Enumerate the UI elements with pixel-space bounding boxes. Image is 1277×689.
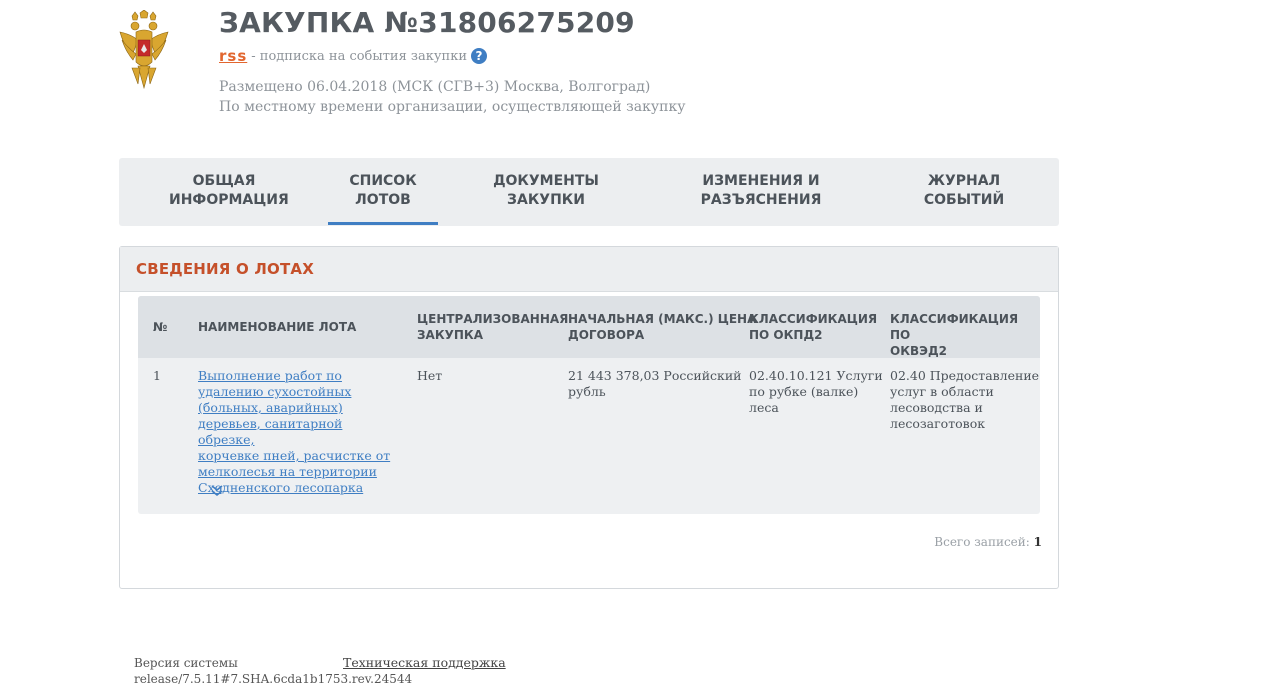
posted-timezone-note: По местному времени организации, осущест… — [219, 99, 686, 115]
tab-bar: ОБЩАЯ ИНФОРМАЦИЯ СПИСОК ЛОТОВ ДОКУМЕНТЫ … — [119, 158, 1059, 226]
col-lot-name: НАИМЕНОВАНИЕ ЛОТА — [198, 320, 357, 334]
lot-name-link[interactable]: Выполнение работ по удалению сухостойных… — [198, 368, 398, 496]
total-count: 1 — [1033, 535, 1042, 549]
col-num: № — [153, 320, 168, 334]
col-price: НАЧАЛЬНАЯ (МАКС.) ЦЕНА ДОГОВОРА — [568, 312, 757, 342]
col-okpd2: КЛАССИФИКАЦИЯ ПО ОКПД2 — [749, 312, 878, 342]
lot-okved2: 02.40 Предоставление услуг в области лес… — [890, 368, 1040, 431]
total-records: Всего записей: 1 — [934, 535, 1042, 549]
lots-table: № НАИМЕНОВАНИЕ ЛОТА ЦЕНТРАЛИЗОВАННАЯ ЗАК… — [138, 296, 1040, 514]
support-link[interactable]: Техническая поддержка — [343, 655, 506, 670]
col-centralized: ЦЕНТРАЛИЗОВАННАЯ ЗАКУПКА — [417, 312, 569, 342]
expand-chevron-icon[interactable] — [210, 484, 224, 498]
version-value: release/7.5.11#7.SHA.6cda1b1753.rev.2454… — [134, 672, 413, 686]
tab-documents[interactable]: ДОКУМЕНТЫ ЗАКУПКИ — [491, 172, 601, 210]
tab-changes[interactable]: ИЗМЕНЕНИЯ И РАЗЪЯСНЕНИЯ — [691, 172, 831, 210]
lot-price: 21 443 378,03 Российский рубль — [568, 368, 742, 399]
col-okved2: КЛАССИФИКАЦИЯ ПО ОКВЭД2 — [890, 312, 1019, 358]
lot-okpd2: 02.40.10.121 Услуги по рубке (валке) лес… — [749, 368, 883, 415]
tab-general-info[interactable]: ОБЩАЯ ИНФОРМАЦИЯ — [169, 172, 289, 210]
panel-title: СВЕДЕНИЯ О ЛОТАХ — [136, 260, 314, 278]
rss-subscription-line: rss - подписка на события закупки ? — [219, 47, 685, 65]
help-icon[interactable]: ? — [471, 48, 487, 64]
rss-description: - подписка на события закупки — [251, 48, 467, 64]
lots-panel: СВЕДЕНИЯ О ЛОТАХ № НАИМЕНОВАНИЕ ЛОТА ЦЕН… — [119, 246, 1059, 589]
lot-centralized: Нет — [417, 368, 443, 383]
tab-lot-list[interactable]: СПИСОК ЛОТОВ — [328, 172, 438, 225]
rss-link[interactable]: rss — [219, 47, 247, 65]
posted-info: Размещено 06.04.2018 (МСК (СГВ+3) Москва… — [219, 77, 685, 117]
page-title: ЗАКУПКА №31806275209 — [219, 6, 635, 39]
posted-date: Размещено 06.04.2018 (МСК (СГВ+3) Москва… — [219, 79, 651, 95]
page-header: ЗАКУПКА №31806275209 rss - подписка на с… — [219, 6, 685, 117]
table-header: № НАИМЕНОВАНИЕ ЛОТА ЦЕНТРАЛИЗОВАННАЯ ЗАК… — [138, 296, 1040, 358]
lot-number: 1 — [153, 368, 161, 383]
panel-header: СВЕДЕНИЯ О ЛОТАХ — [120, 247, 1058, 292]
coat-of-arms-icon — [119, 10, 169, 90]
tab-event-log[interactable]: ЖУРНАЛ СОБЫТИЙ — [909, 172, 1019, 210]
